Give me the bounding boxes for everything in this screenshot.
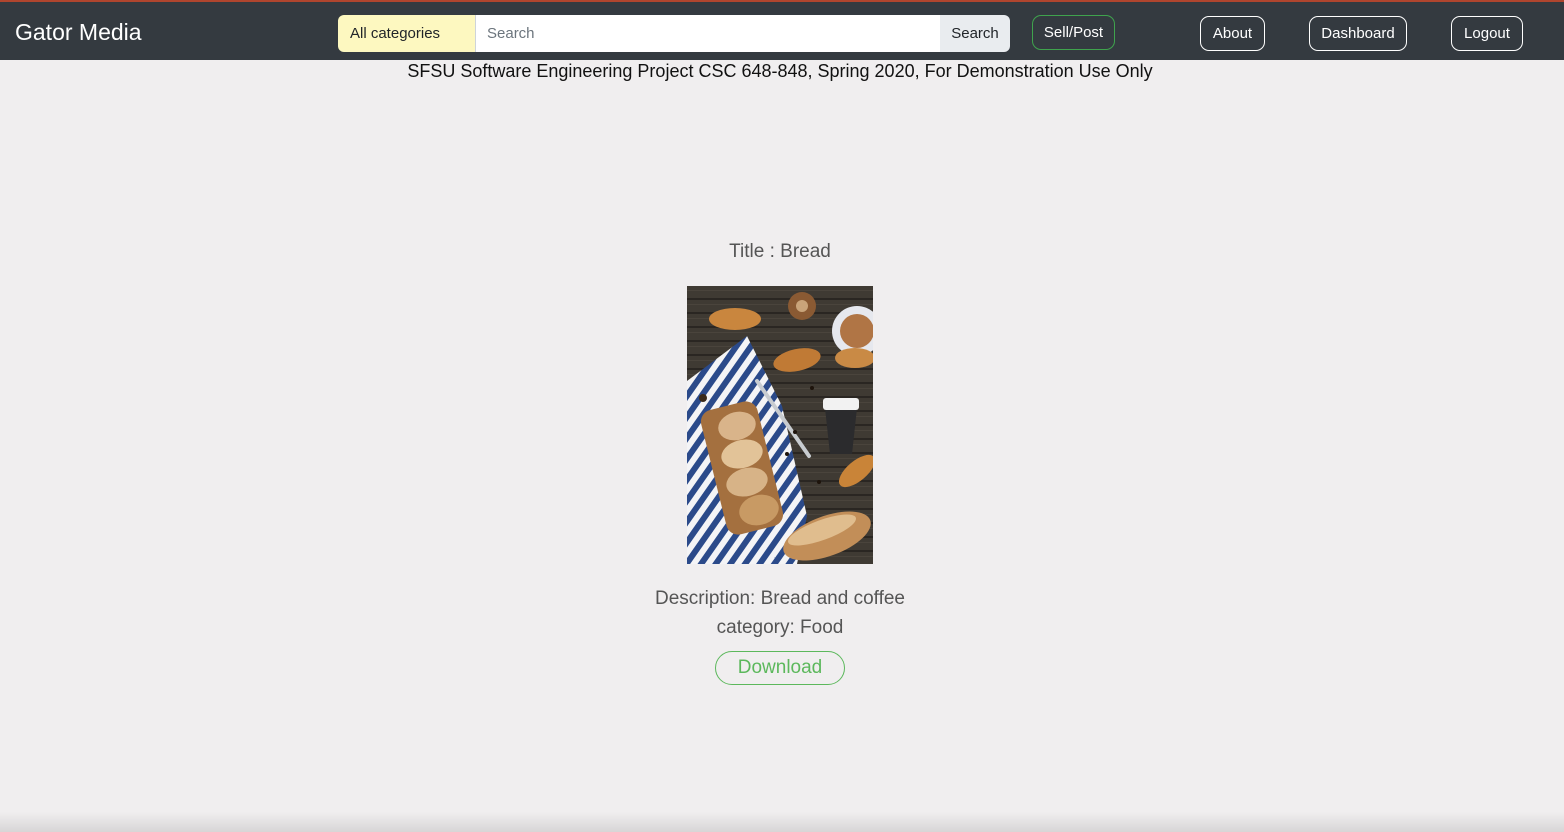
logout-button[interactable]: Logout — [1451, 16, 1523, 51]
category-select[interactable]: All categories — [338, 15, 476, 52]
item-description: Description: Bread and coffee — [655, 588, 905, 609]
search-input[interactable] — [476, 15, 940, 52]
download-button[interactable]: Download — [715, 651, 845, 685]
dashboard-button[interactable]: Dashboard — [1309, 16, 1407, 51]
search-group: All categories Search — [338, 15, 1010, 52]
about-button[interactable]: About — [1200, 16, 1265, 51]
item-info: Description: Bread and coffee category: … — [0, 584, 1560, 642]
item-category: category: Food — [716, 617, 844, 638]
item-title: Title : Bread — [729, 241, 831, 262]
search-button[interactable]: Search — [940, 15, 1010, 52]
navbar: Gator Media All categories Search Sell/P… — [0, 0, 1564, 60]
brand-logo[interactable]: Gator Media — [15, 19, 142, 45]
sell-post-button[interactable]: Sell/Post — [1032, 15, 1115, 50]
bottom-shadow — [0, 812, 1564, 832]
disclaimer-banner: SFSU Software Engineering Project CSC 64… — [407, 61, 1153, 81]
item-detail: Title : Bread Description: Bread and cof… — [0, 238, 1560, 685]
item-photo — [687, 286, 873, 564]
